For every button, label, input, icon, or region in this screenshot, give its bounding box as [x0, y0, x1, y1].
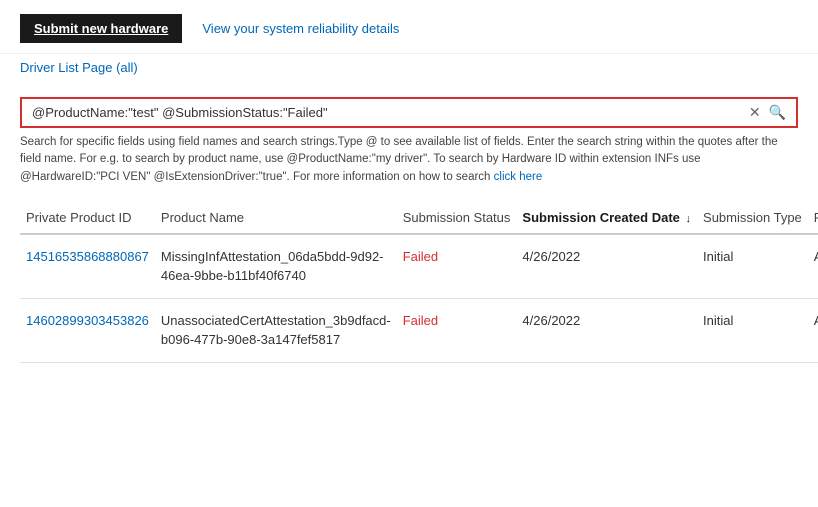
product-id-link[interactable]: 14602899303453826 — [26, 313, 149, 328]
submission-type-cell: Initial — [697, 298, 808, 362]
product-name-cell: MissingInfAttestation_06da5bdd-9d92-46ea… — [155, 234, 397, 299]
view-reliability-link[interactable]: View your system reliability details — [202, 21, 399, 36]
search-help-text: Search for specific fields using field n… — [20, 134, 798, 186]
submission-type-cell: Initial — [697, 234, 808, 299]
search-section: ✕ 🔍 Search for specific fields using fie… — [0, 85, 818, 192]
submission-created-date-cell: 4/26/2022 — [516, 234, 697, 299]
col-header-submission-status: Submission Status — [397, 202, 517, 234]
top-bar: Submit new hardware View your system rel… — [0, 0, 818, 54]
submissions-table: Private Product ID Product Name Submissi… — [20, 202, 818, 363]
table-row: 14516535868880867 MissingInfAttestation_0… — [20, 234, 818, 299]
permission-cell: Author — [808, 234, 818, 299]
col-header-product-name: Product Name — [155, 202, 397, 234]
table-row: 14602899303453826 UnassociatedCertAttesta… — [20, 298, 818, 362]
clear-search-icon[interactable]: ✕ — [749, 104, 761, 121]
col-header-submission-created-date[interactable]: Submission Created Date ↓ — [516, 202, 697, 234]
search-help-link[interactable]: click here — [494, 171, 543, 183]
table-header-row: Private Product ID Product Name Submissi… — [20, 202, 818, 234]
sort-arrow-icon: ↓ — [686, 213, 692, 225]
driver-list-page-link[interactable]: Driver List Page (all) — [20, 60, 138, 75]
submission-created-date-cell: 4/26/2022 — [516, 298, 697, 362]
secondary-nav: Driver List Page (all) — [0, 54, 818, 85]
table-body: 14516535868880867 MissingInfAttestation_0… — [20, 234, 818, 363]
col-header-private-product-id: Private Product ID — [20, 202, 155, 234]
search-input[interactable] — [32, 105, 749, 120]
permission-cell: Author — [808, 298, 818, 362]
col-header-permission: Permission — [808, 202, 818, 234]
table-container: Private Product ID Product Name Submissi… — [0, 192, 818, 383]
table-header: Private Product ID Product Name Submissi… — [20, 202, 818, 234]
col-header-submission-type: Submission Type — [697, 202, 808, 234]
submit-new-hardware-button[interactable]: Submit new hardware — [20, 14, 182, 43]
search-icon[interactable]: 🔍 — [769, 104, 786, 121]
product-id-link[interactable]: 14516535868880867 — [26, 249, 149, 264]
product-name-cell: UnassociatedCertAttestation_3b9dfacd-b09… — [155, 298, 397, 362]
search-box-wrapper: ✕ 🔍 — [20, 97, 798, 128]
submission-status-cell: Failed — [397, 234, 517, 299]
submission-status-cell: Failed — [397, 298, 517, 362]
